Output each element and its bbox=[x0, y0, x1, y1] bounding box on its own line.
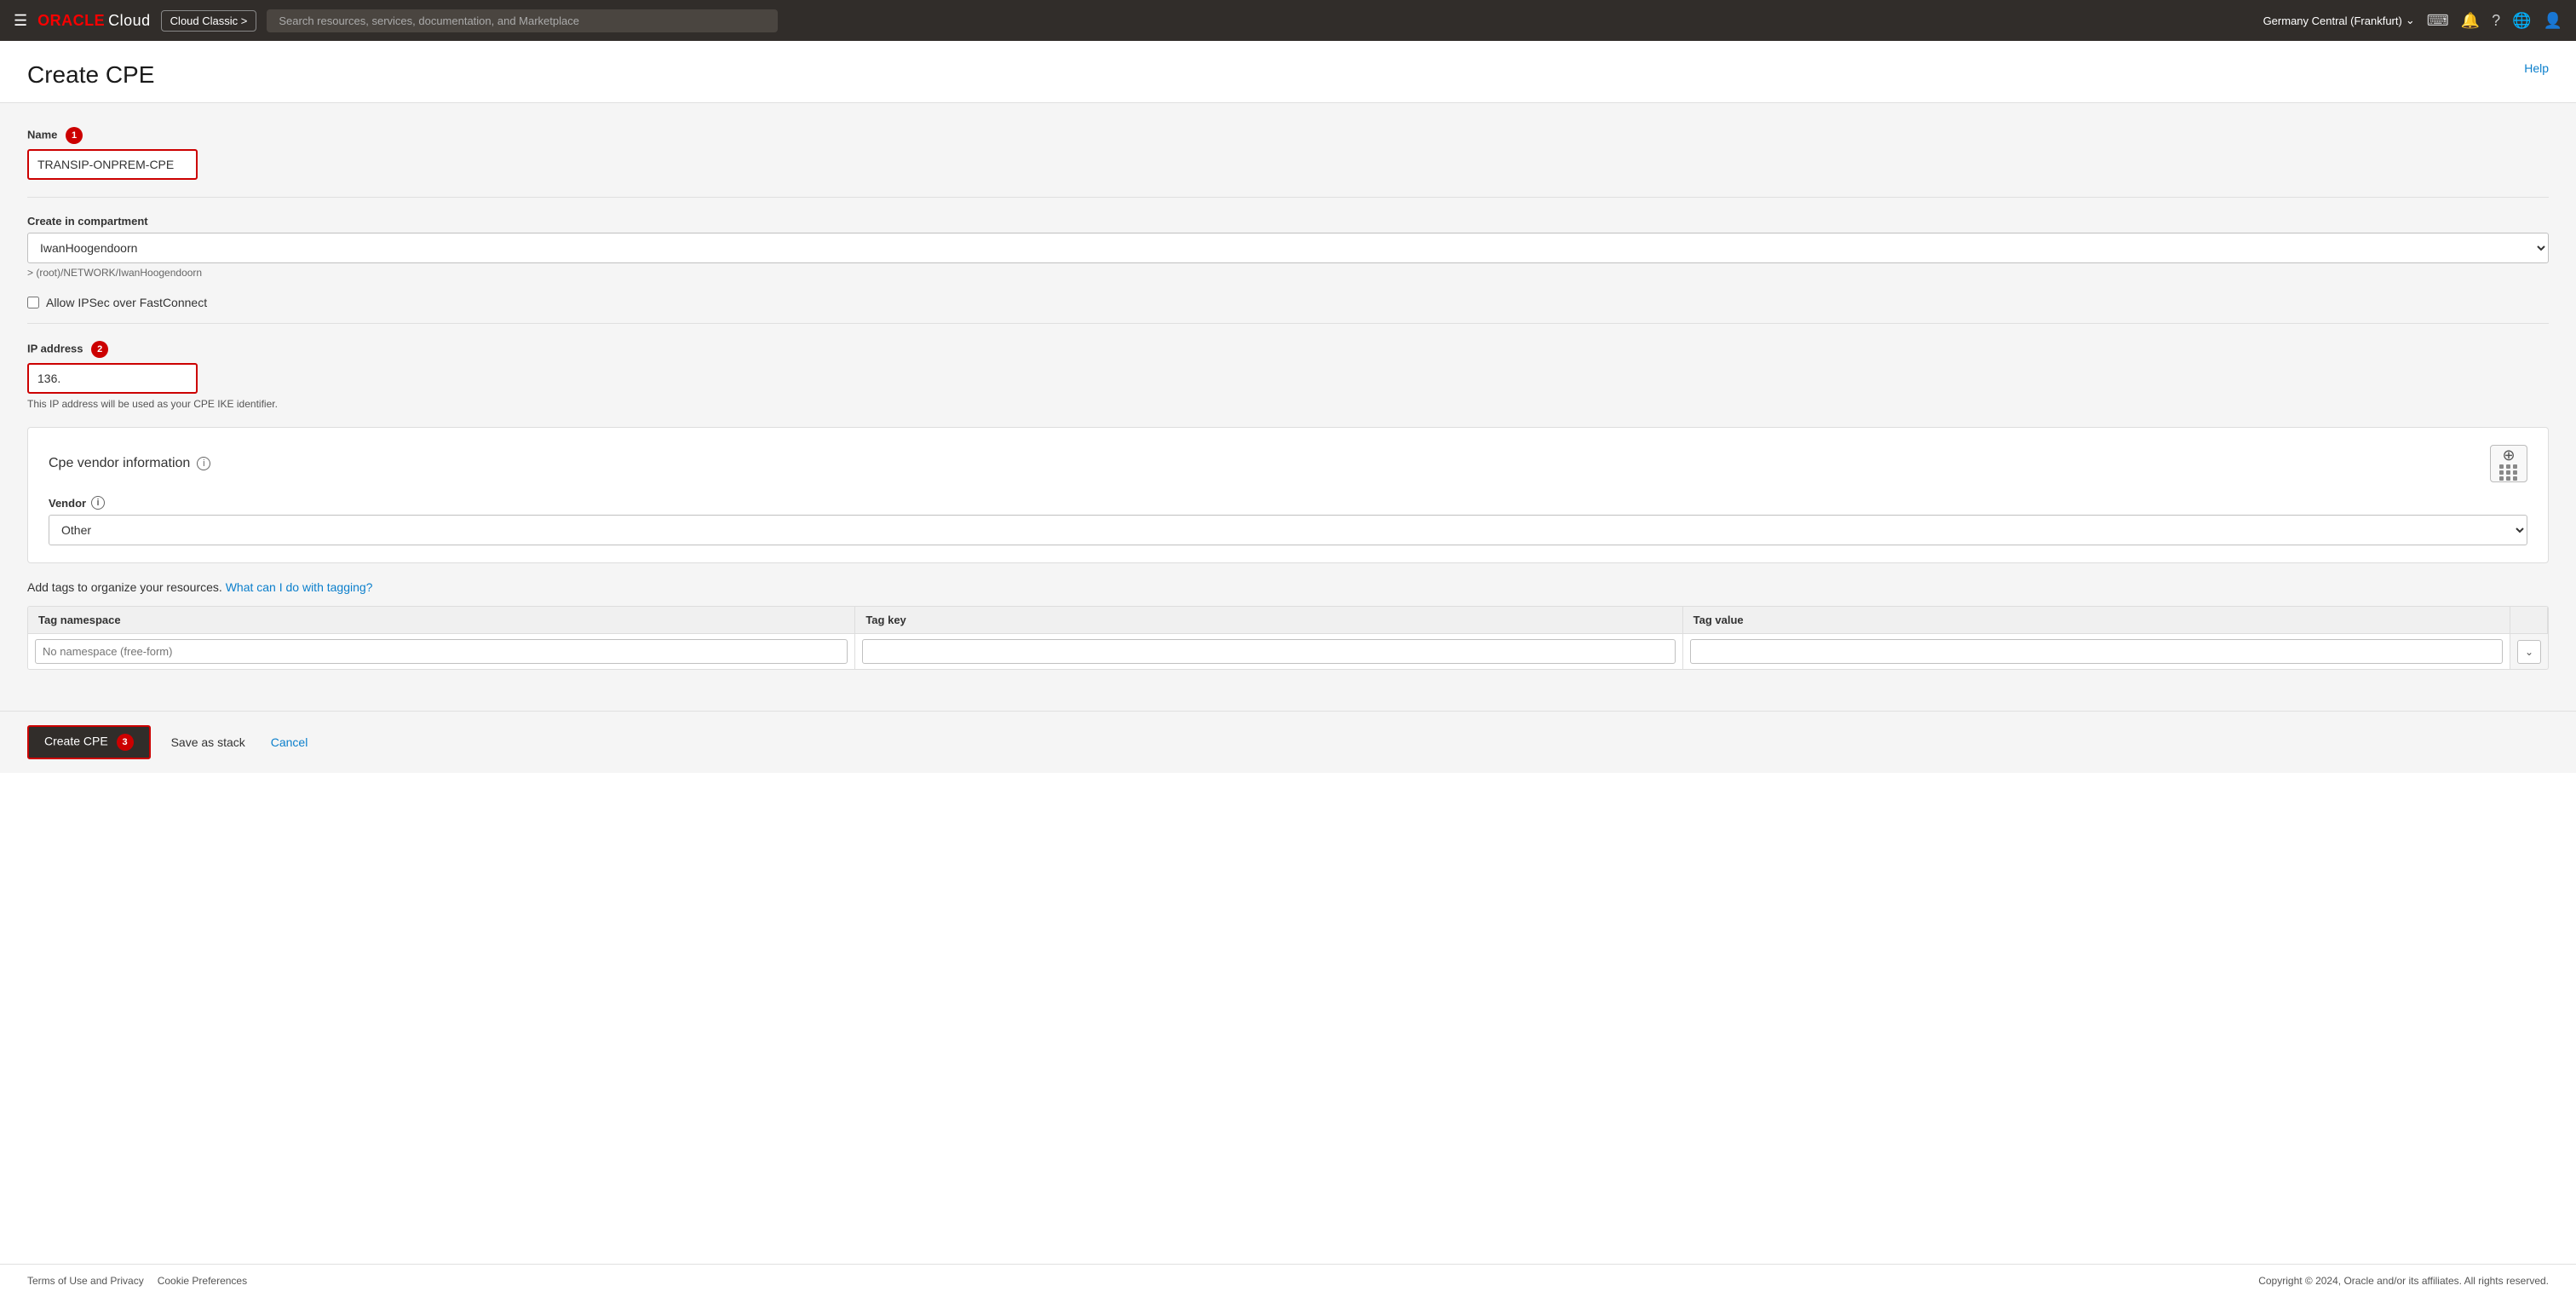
region-selector[interactable]: Germany Central (Frankfurt) ⌄ bbox=[2263, 14, 2415, 27]
page-footer: Terms of Use and Privacy Cookie Preferen… bbox=[0, 1264, 2576, 1297]
tag-key-input[interactable] bbox=[862, 639, 1675, 664]
name-step-badge: 1 bbox=[66, 127, 83, 144]
ipsec-checkbox[interactable] bbox=[27, 297, 39, 308]
tags-section: Add tags to organize your resources. Wha… bbox=[27, 580, 2549, 670]
help-widget[interactable]: ⊕ bbox=[2490, 445, 2527, 482]
ip-step-badge: 2 bbox=[91, 341, 108, 358]
tags-grid: Tag namespace Tag key Tag value ⌄ bbox=[27, 606, 2549, 670]
name-section: Name 1 bbox=[27, 127, 2549, 180]
compartment-hint: > (root)/NETWORK/IwanHoogendoorn bbox=[27, 267, 2549, 279]
tag-value-cell bbox=[1683, 634, 2510, 669]
compartment-label: Create in compartment bbox=[27, 215, 2549, 228]
vendor-section-title-text: Cpe vendor information bbox=[49, 456, 190, 471]
tag-namespace-header: Tag namespace bbox=[28, 607, 855, 634]
tag-key-cell bbox=[855, 634, 1682, 669]
terms-link[interactable]: Terms of Use and Privacy bbox=[27, 1275, 144, 1287]
topnav-right-icons: Germany Central (Frankfurt) ⌄ ⌨ 🔔 ? 🌐 👤 bbox=[2263, 12, 2562, 30]
user-avatar-icon[interactable]: 👤 bbox=[2544, 12, 2562, 30]
oracle-logo: ORACLE Cloud bbox=[37, 12, 151, 30]
tagging-help-link[interactable]: What can I do with tagging? bbox=[226, 580, 373, 594]
vendor-section-info-icon[interactable]: i bbox=[197, 457, 210, 470]
terminal-icon[interactable]: ⌨ bbox=[2427, 12, 2449, 30]
tags-intro-text: Add tags to organize your resources. Wha… bbox=[27, 580, 2549, 594]
create-cpe-label: Create CPE bbox=[44, 735, 108, 748]
cancel-link[interactable]: Cancel bbox=[266, 729, 313, 756]
ip-hint-text: This IP address will be used as your CPE… bbox=[27, 398, 2549, 410]
page-title: Create CPE bbox=[27, 61, 154, 89]
tag-value-header: Tag value bbox=[1683, 607, 2510, 634]
footer-links: Terms of Use and Privacy Cookie Preferen… bbox=[27, 1275, 247, 1287]
tag-key-header: Tag key bbox=[855, 607, 1682, 634]
tag-dropdown-button[interactable]: ⌄ bbox=[2517, 640, 2541, 664]
save-as-stack-button[interactable]: Save as stack bbox=[161, 729, 256, 756]
vendor-box-title: Cpe vendor information i bbox=[49, 456, 210, 471]
vendor-label: Vendor i bbox=[49, 496, 2527, 510]
oracle-logo-text: ORACLE bbox=[37, 12, 105, 30]
main-content: Create CPE Help Name 1 Create in compart… bbox=[0, 41, 2576, 1264]
create-cpe-button[interactable]: Create CPE 3 bbox=[27, 725, 151, 759]
vendor-information-box: Cpe vendor information i ⊕ bbox=[27, 427, 2549, 563]
tag-actions-header bbox=[2510, 607, 2548, 634]
create-cpe-badge: 3 bbox=[117, 734, 134, 751]
ip-address-input[interactable] bbox=[27, 363, 198, 394]
region-label: Germany Central (Frankfurt) bbox=[2263, 14, 2402, 27]
footer-buttons: Create CPE 3 Save as stack Cancel bbox=[0, 711, 2576, 773]
name-input[interactable] bbox=[27, 149, 198, 180]
compartment-section: Create in compartment IwanHoogendoorn > … bbox=[27, 215, 2549, 279]
page-header: Create CPE Help bbox=[0, 41, 2576, 103]
vendor-select[interactable]: Other bbox=[49, 515, 2527, 545]
ip-address-section: IP address 2 This IP address will be use… bbox=[27, 341, 2549, 410]
ipsec-label[interactable]: Allow IPSec over FastConnect bbox=[46, 296, 207, 309]
ip-address-label: IP address 2 bbox=[27, 341, 2549, 358]
hamburger-menu-icon[interactable]: ☰ bbox=[14, 12, 27, 30]
cloud-classic-label: Cloud Classic > bbox=[170, 14, 248, 27]
tag-namespace-cell bbox=[28, 634, 855, 669]
help-link[interactable]: Help bbox=[2524, 61, 2549, 75]
tag-namespace-input[interactable] bbox=[35, 639, 848, 664]
cloud-logo-text: Cloud bbox=[108, 12, 151, 30]
copyright-text: Copyright © 2024, Oracle and/or its affi… bbox=[2258, 1275, 2549, 1287]
form-area: Name 1 Create in compartment IwanHoogend… bbox=[0, 103, 2576, 711]
divider-2 bbox=[27, 323, 2549, 324]
cloud-classic-button[interactable]: Cloud Classic > bbox=[161, 10, 257, 32]
tag-dropdown-cell: ⌄ bbox=[2510, 634, 2548, 669]
ipsec-checkbox-row: Allow IPSec over FastConnect bbox=[27, 296, 2549, 309]
cookie-preferences-link[interactable]: Cookie Preferences bbox=[158, 1275, 247, 1287]
compartment-select[interactable]: IwanHoogendoorn bbox=[27, 233, 2549, 263]
name-label: Name 1 bbox=[27, 127, 2549, 144]
globe-icon[interactable]: 🌐 bbox=[2512, 12, 2531, 30]
divider-1 bbox=[27, 197, 2549, 198]
top-navigation: ☰ ORACLE Cloud Cloud Classic > Germany C… bbox=[0, 0, 2576, 41]
search-input[interactable] bbox=[267, 9, 778, 32]
grid-icon bbox=[2499, 464, 2518, 481]
region-chevron-icon: ⌄ bbox=[2406, 14, 2415, 27]
vendor-info-icon[interactable]: i bbox=[91, 496, 105, 510]
bell-icon[interactable]: 🔔 bbox=[2461, 12, 2480, 30]
tag-value-input[interactable] bbox=[1690, 639, 2503, 664]
help-icon[interactable]: ? bbox=[2492, 12, 2500, 30]
lifebuoy-icon: ⊕ bbox=[2502, 447, 2515, 463]
vendor-box-header: Cpe vendor information i ⊕ bbox=[49, 445, 2527, 482]
